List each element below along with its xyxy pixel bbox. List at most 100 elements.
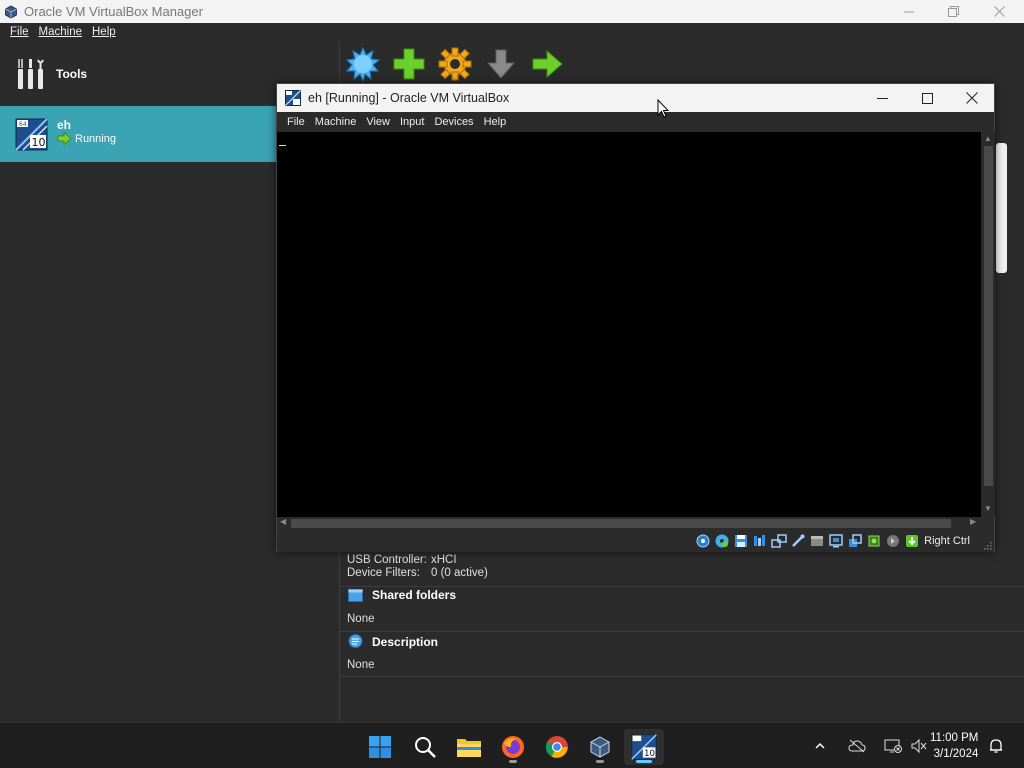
tools-label: Tools: [56, 67, 88, 81]
scroll-right-arrow-icon[interactable]: ▶: [970, 517, 976, 526]
new-button[interactable]: [345, 46, 381, 82]
vm-close-button[interactable]: [949, 84, 995, 112]
floppy-icon[interactable]: [733, 533, 749, 549]
vm-name: eh: [57, 118, 72, 132]
text-cursor: [279, 145, 286, 146]
minimize-button[interactable]: [886, 0, 932, 23]
description-title: Description: [372, 634, 439, 649]
maximize-icon: [921, 92, 933, 104]
chevron-up-icon[interactable]: [814, 740, 826, 752]
cpu-icon[interactable]: [866, 533, 882, 549]
divider: [340, 586, 1024, 587]
resize-grip-icon[interactable]: [982, 540, 992, 550]
vm-state: Running: [57, 132, 116, 145]
vm-eh-taskbar-button[interactable]: 10: [624, 729, 664, 765]
minimize-icon: [876, 97, 888, 99]
vm-menu-input[interactable]: Input: [400, 116, 424, 128]
right-arrow-icon: [532, 49, 563, 79]
shared-folders-header[interactable]: Shared folders: [348, 588, 456, 602]
usb-icon[interactable]: [790, 533, 806, 549]
scroll-left-arrow-icon[interactable]: ◀: [280, 517, 286, 526]
vm-horizontal-scrollbar[interactable]: ◀ ▶: [277, 517, 981, 530]
chrome-icon: [546, 736, 568, 758]
gear-icon: [438, 47, 472, 81]
details-scrollbar-thumb[interactable]: [996, 143, 1007, 273]
optical-drive-icon[interactable]: [714, 533, 730, 549]
close-icon: [966, 92, 978, 104]
onedrive-offline-icon[interactable]: [848, 739, 866, 753]
file-explorer-button[interactable]: [449, 729, 489, 765]
shared-folders-title: Shared folders: [372, 588, 457, 602]
vm-menu-file[interactable]: File: [287, 116, 305, 128]
add-button[interactable]: [391, 46, 427, 82]
scroll-down-arrow-icon[interactable]: ▼: [984, 504, 992, 513]
show-button[interactable]: [529, 46, 565, 82]
manager-title: Oracle VM VirtualBox Manager: [24, 4, 203, 19]
vm-window: eh [Running] - Oracle VM VirtualBox File…: [276, 83, 995, 552]
windows10-os-icon: [285, 90, 301, 106]
hard-disk-icon[interactable]: [695, 533, 711, 549]
running-indicator: [509, 760, 517, 763]
plus-icon: [393, 48, 425, 80]
chrome-button[interactable]: [537, 729, 577, 765]
description-header[interactable]: Description: [348, 634, 438, 649]
usb-controller-key: USB Controller:: [347, 554, 427, 566]
clock-date: 3/1/2024: [933, 748, 979, 760]
firefox-icon: [502, 736, 524, 758]
folder-icon: [348, 589, 363, 602]
virtualbox-manager-button[interactable]: [580, 729, 620, 765]
vm-vertical-scrollbar[interactable]: ▲ ▼: [982, 132, 995, 517]
discard-button[interactable]: [483, 46, 519, 82]
description-value: None: [347, 659, 375, 671]
vm-horizontal-scroll-thumb[interactable]: [291, 519, 951, 528]
manager-titlebar: Oracle VM VirtualBox Manager: [0, 0, 1024, 23]
vm-vertical-scroll-thumb[interactable]: [984, 146, 993, 486]
svg-text:64: 64: [19, 121, 27, 128]
speaker-muted-icon[interactable]: [910, 738, 928, 754]
minimize-icon: [904, 11, 914, 12]
tools-icon: [18, 59, 44, 89]
settings-button[interactable]: [437, 46, 473, 82]
start-button[interactable]: [360, 729, 400, 765]
manager-toolbar: [345, 44, 575, 84]
clock[interactable]: 11:00 PM 3/1/2024: [930, 730, 978, 762]
network-icon[interactable]: [771, 533, 787, 549]
firefox-button[interactable]: [493, 729, 533, 765]
vm-menu-machine[interactable]: Machine: [315, 116, 357, 128]
clock-time: 11:00 PM: [930, 732, 979, 744]
mouse-integration-icon[interactable]: [885, 533, 901, 549]
svg-text:10: 10: [644, 749, 655, 759]
vm-menu-help[interactable]: Help: [484, 116, 507, 128]
taskbar-search-button[interactable]: [405, 729, 445, 765]
vm-state-label: Running: [75, 132, 116, 145]
vm-titlebar[interactable]: eh [Running] - Oracle VM VirtualBox: [277, 84, 994, 112]
shared-folders-icon[interactable]: [809, 533, 825, 549]
running-indicator: [596, 760, 604, 763]
vm-maximize-button[interactable]: [904, 84, 950, 112]
scroll-up-arrow-icon[interactable]: ▲: [984, 134, 992, 143]
video-capture-icon[interactable]: [847, 533, 863, 549]
audio-icon[interactable]: [752, 533, 768, 549]
virtualbox-icon: [590, 736, 610, 758]
display-icon[interactable]: [828, 533, 844, 549]
vm-minimize-button[interactable]: [859, 84, 905, 112]
close-icon: [993, 6, 1005, 17]
network-disconnected-icon[interactable]: [884, 738, 902, 754]
close-button[interactable]: [976, 0, 1022, 23]
keyboard-capture-icon[interactable]: [904, 533, 920, 549]
mouse-pointer-icon: [657, 99, 669, 118]
running-arrow-icon: [57, 132, 72, 145]
svg-text:10: 10: [32, 136, 46, 149]
windows-start-icon: [369, 736, 391, 758]
restore-button[interactable]: [930, 0, 976, 23]
vm-menu-devices[interactable]: Devices: [434, 116, 473, 128]
menu-help[interactable]: Help: [92, 26, 116, 38]
menu-machine[interactable]: Machine: [39, 26, 82, 38]
shared-folders-value: None: [347, 613, 375, 625]
vm-display[interactable]: [277, 132, 981, 517]
menu-file[interactable]: File: [10, 26, 29, 38]
vm-menu-view[interactable]: View: [366, 116, 390, 128]
vm-menubar: File Machine View Input Devices Help: [277, 112, 994, 132]
active-indicator: [636, 760, 652, 763]
notification-bell-icon[interactable]: [989, 738, 1003, 754]
